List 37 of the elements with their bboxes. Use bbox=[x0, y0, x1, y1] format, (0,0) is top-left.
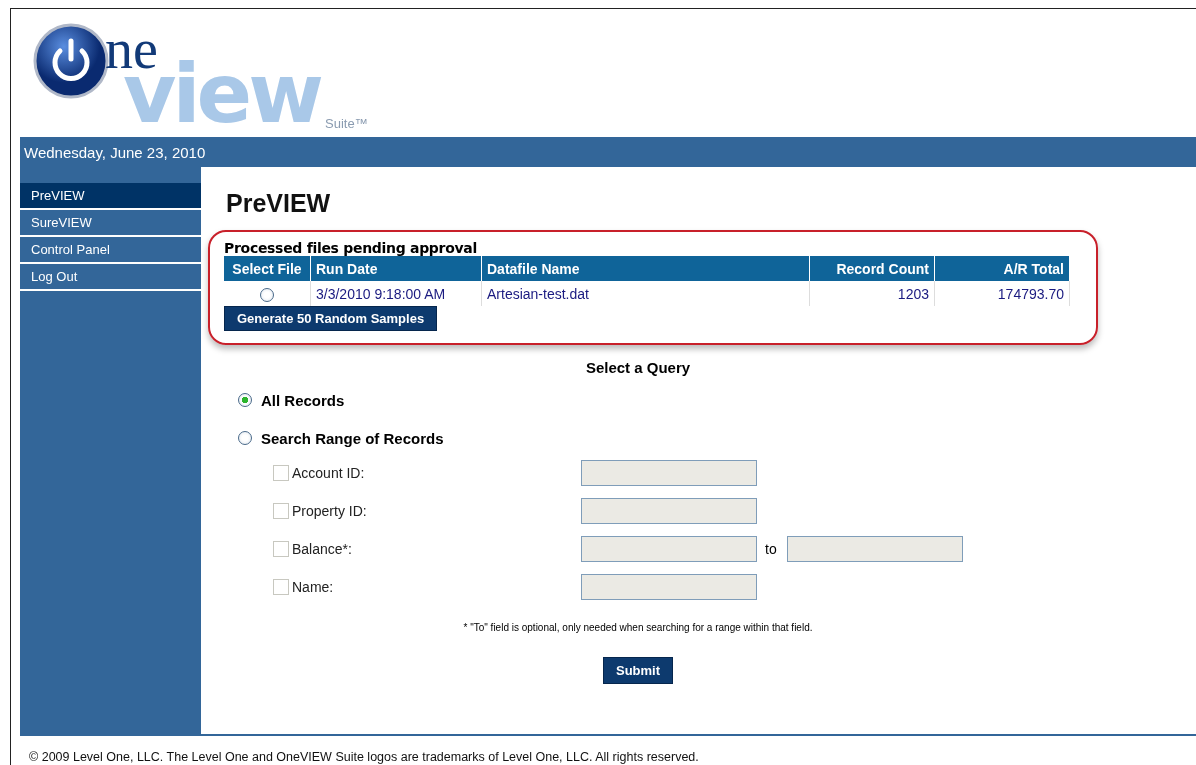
column-header: Datafile Name bbox=[481, 256, 810, 281]
column-header: A/R Total bbox=[934, 256, 1070, 281]
input-field[interactable] bbox=[581, 460, 757, 486]
sidebar-item[interactable]: PreVIEW bbox=[20, 183, 201, 210]
checkbox[interactable] bbox=[273, 579, 289, 595]
input-field[interactable] bbox=[581, 536, 757, 562]
query-radio[interactable] bbox=[238, 393, 252, 407]
option-label: Search Range of Records bbox=[261, 429, 444, 447]
input-field[interactable] bbox=[581, 498, 757, 524]
panel-title: Processed files pending approval bbox=[224, 240, 478, 256]
footnote: * "To" field is optional, only needed when searching for a range within that field. bbox=[463, 622, 813, 633]
table-cell: Artesian-test.dat bbox=[481, 281, 810, 306]
field-label: Name: bbox=[292, 579, 334, 595]
field-label: Property ID: bbox=[292, 503, 367, 519]
query-radio[interactable] bbox=[238, 431, 252, 445]
checkbox[interactable] bbox=[273, 503, 289, 519]
checkbox[interactable] bbox=[273, 541, 289, 557]
generate-samples-button[interactable]: Generate 50 Random Samples bbox=[224, 306, 438, 331]
current-date: Wednesday, June 23, 2010 bbox=[24, 143, 206, 161]
column-header: Select File bbox=[224, 256, 311, 281]
select-radio[interactable] bbox=[260, 287, 274, 302]
column-header: Record Count bbox=[809, 256, 935, 281]
field-label: Balance*: bbox=[292, 541, 352, 557]
table-cell: 1203 bbox=[809, 281, 935, 306]
copyright-text: © 2009 Level One, LLC. The Level One and OneVIEW Suite logos are trademarks of Level One, LLC. All rights reserved. bbox=[28, 749, 700, 764]
section-title: Select a Query bbox=[585, 359, 691, 376]
input-field[interactable] bbox=[581, 574, 757, 600]
field-label: Account ID: bbox=[292, 465, 365, 481]
table-cell: 174793.70 bbox=[934, 281, 1070, 306]
checkbox[interactable] bbox=[273, 465, 289, 481]
range-label: to bbox=[764, 541, 778, 557]
column-header: Run Date bbox=[310, 256, 482, 281]
page-title: PreVIEW bbox=[226, 189, 332, 218]
input-field[interactable] bbox=[787, 536, 963, 562]
logo-suffix: Suite™ bbox=[325, 116, 368, 131]
option-label: All Records bbox=[261, 391, 345, 409]
submit-button[interactable]: Submit bbox=[602, 657, 674, 684]
